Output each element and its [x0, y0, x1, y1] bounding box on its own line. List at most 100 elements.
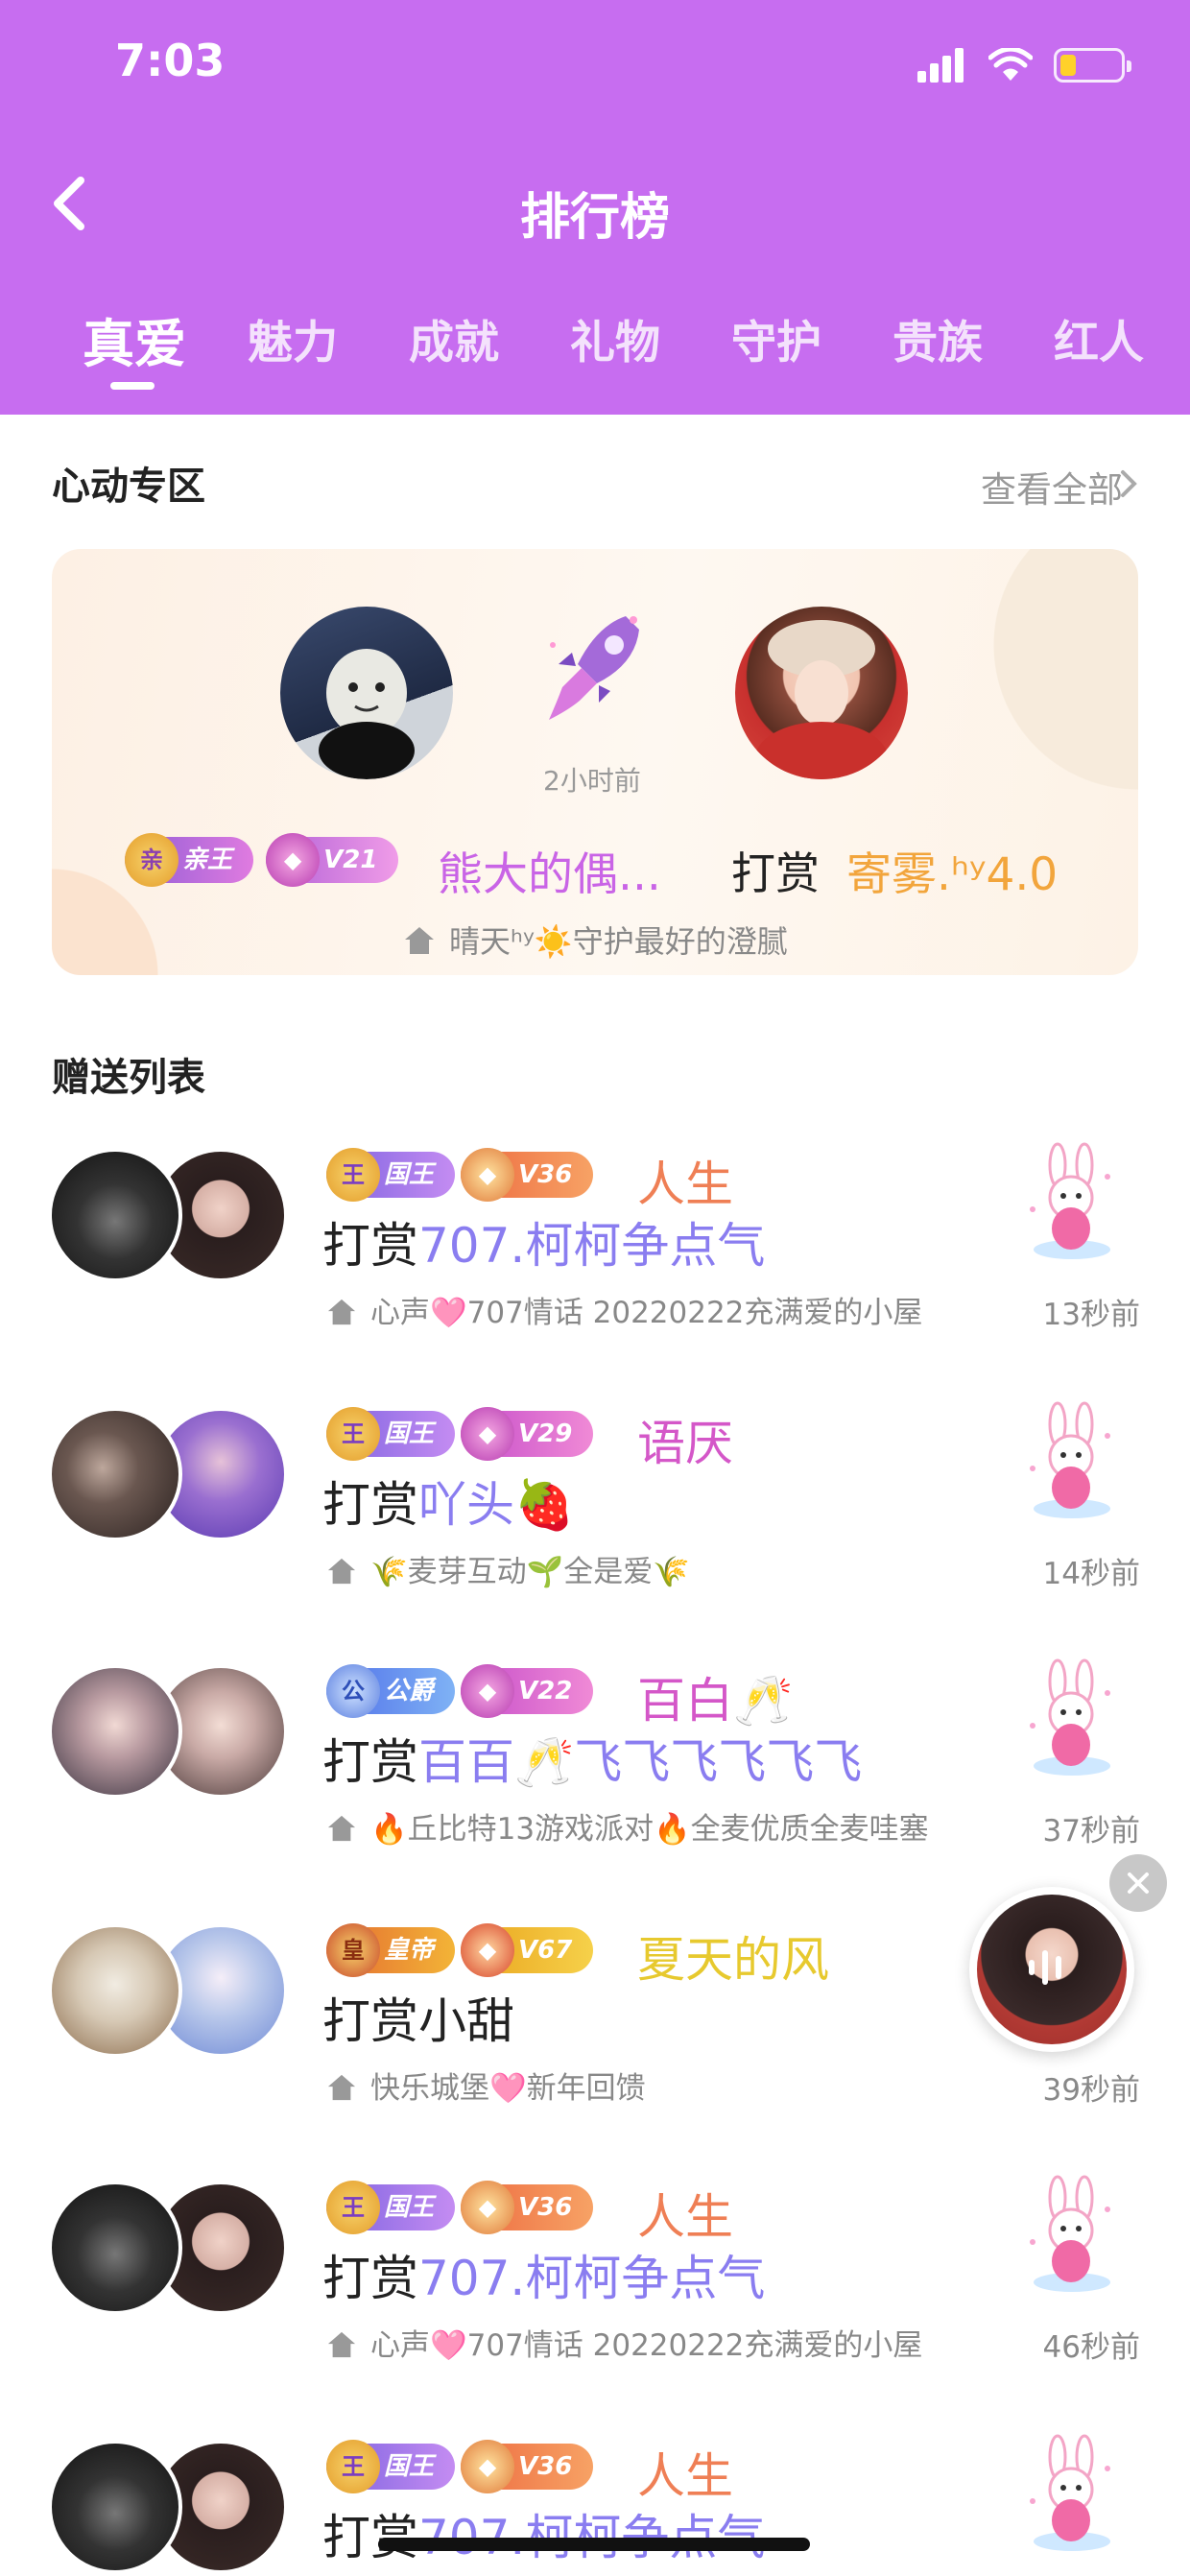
vip-gem-icon: ◆: [461, 1664, 515, 1718]
rank-badge: 王国王: [326, 1407, 456, 1461]
crown-emblem-icon: 王: [326, 1407, 380, 1461]
action-label: 打赏: [322, 1734, 418, 1790]
receiver-name[interactable]: 百百🥂飞飞飞飞飞飞: [418, 1734, 862, 1790]
crown-emblem-icon: 王: [326, 2181, 380, 2234]
vip-badge: ◆ V22: [461, 1664, 594, 1718]
vip-gem-icon: ◆: [461, 1923, 515, 1977]
room-name: 🔥丘比特13游戏派对🔥全麦优质全麦哇塞: [370, 1812, 929, 1847]
gift-action: 打赏小甜: [322, 1983, 514, 2052]
gift-list-item[interactable]: 王国王 ◆ V36 人生 打赏707.柯柯争点气 心声🩷707情话 20220222充满爱…: [0, 2165, 1190, 2405]
user-badges: 王国王 ◆ V36: [326, 2181, 594, 2242]
vip-badge: ◆ V36: [461, 1148, 594, 1202]
gift-action: 打赏百百🥂飞飞飞飞飞飞: [322, 1724, 862, 1793]
tab-guizu[interactable]: 贵族: [892, 305, 983, 371]
action-label: 打赏: [322, 1477, 418, 1533]
bunny-gift-icon: [1030, 1142, 1110, 1259]
heartbeat-giver-name[interactable]: 熊大的偶...: [438, 837, 661, 903]
rank-badge: 王国王: [326, 1148, 456, 1202]
vip-badge: ◆ V67: [461, 1923, 594, 1977]
cellular-signal-icon: [917, 48, 967, 83]
gift-list-item[interactable]: 王国王 ◆ V29 语厌 打赏吖头🍓 🌾麦芽互动🌱全是爱🌾 14秒前: [0, 1392, 1190, 1632]
battery-icon: [1054, 48, 1131, 83]
receiver-name[interactable]: 707.柯柯争点气: [418, 1218, 765, 1274]
vip-badge: ◆ V29: [461, 1407, 594, 1461]
bunny-gift-icon: [1030, 1658, 1110, 1776]
giver-avatar[interactable]: [48, 1923, 182, 2058]
giver-name[interactable]: 人生: [637, 1146, 733, 1215]
vip-gem-icon: ◆: [461, 1407, 515, 1461]
status-bar: 7:03: [0, 0, 1190, 134]
giver-avatar[interactable]: [280, 607, 453, 779]
rocket-gift-icon: [549, 616, 639, 720]
header-bar: 7:03 排行榜 真爱 魅力 成就 礼物 守护 贵族 红人: [0, 0, 1190, 415]
gift-action: 打赏707.柯柯争点气: [322, 1207, 765, 1276]
vip-gem-icon: ◆: [461, 1148, 515, 1202]
tab-chengjiu[interactable]: 成就: [409, 305, 499, 371]
home-icon: [327, 1558, 356, 1585]
gift-action: 打赏707.柯柯争点气: [322, 2240, 765, 2309]
action-label: 打赏: [322, 2251, 418, 2306]
gift-list-item[interactable]: 王国王◆V36 人生打赏707.柯柯争点气: [0, 2424, 1190, 2576]
floating-audio-player[interactable]: [969, 1887, 1134, 2052]
time-ago: 39秒前: [1042, 2073, 1140, 2108]
bunny-gift-icon: [1030, 2434, 1110, 2551]
chevron-right-icon: [1121, 470, 1137, 497]
giver-avatar[interactable]: [48, 1664, 182, 1799]
receiver-avatar[interactable]: [735, 607, 908, 779]
home-icon: [327, 1299, 356, 1325]
tab-bar: 真爱 魅力 成就 礼物 守护 贵族 红人: [0, 305, 1190, 382]
crown-emblem-icon: 公: [326, 1664, 380, 1718]
close-icon: [1128, 1872, 1149, 1894]
see-all-link[interactable]: 查看全部: [981, 461, 1123, 513]
tab-zhenai[interactable]: 真爱: [83, 301, 186, 377]
room-link[interactable]: 心声🩷707情话 20220222充满爱的小屋: [326, 2321, 922, 2364]
room-link[interactable]: 快乐城堡🩷新年回馈: [326, 2063, 646, 2107]
rank-badge: 公公爵: [326, 1664, 456, 1718]
room-link[interactable]: 🌾麦芽互动🌱全是爱🌾: [326, 1547, 690, 1590]
heartbeat-badges: 亲 亲王 ◆ V21: [125, 833, 399, 904]
home-icon: [405, 927, 434, 954]
tab-liwu[interactable]: 礼物: [570, 305, 660, 371]
giver-name[interactable]: 夏天的风: [637, 1921, 829, 1991]
giver-name[interactable]: 语厌: [637, 1405, 733, 1474]
room-link[interactable]: 心声🩷707情话 20220222充满爱的小屋: [326, 1288, 922, 1331]
audio-wave-icon: [1029, 1950, 1061, 1985]
giver-avatar[interactable]: [48, 1148, 182, 1282]
receiver-name[interactable]: 小甜: [418, 1993, 514, 2049]
wifi-icon: [988, 48, 1033, 81]
giver-name[interactable]: 人生: [637, 2179, 733, 2248]
action-label: 打赏: [322, 1218, 418, 1274]
user-badges: 王国王 ◆ V36: [326, 1148, 594, 1209]
receiver-name[interactable]: 吖头🍓: [418, 1477, 574, 1533]
close-player-button[interactable]: [1109, 1854, 1167, 1912]
heartbeat-room[interactable]: 晴天ʰʸ☀️守护最好的澄腻: [403, 918, 788, 962]
diamond-icon: ◆: [266, 833, 321, 887]
receiver-name[interactable]: 707.柯柯争点气: [418, 2251, 765, 2306]
user-badges: 王国王 ◆ V36: [326, 2440, 594, 2501]
giver-avatar[interactable]: [48, 2440, 182, 2574]
crown-emblem-icon: 亲: [125, 833, 178, 887]
giver-name[interactable]: 人生: [637, 2438, 733, 2507]
room-link[interactable]: 🔥丘比特13游戏派对🔥全麦优质全麦哇塞: [326, 1804, 929, 1848]
giver-avatar[interactable]: [48, 1407, 182, 1541]
crown-emblem-icon: 皇: [326, 1923, 380, 1977]
vip-badge: ◆ V36: [461, 2440, 594, 2493]
tab-shouhu[interactable]: 守护: [731, 305, 821, 371]
room-name: 心声🩷707情话 20220222充满爱的小屋: [370, 2328, 923, 2363]
tab-meili[interactable]: 魅力: [248, 305, 338, 371]
home-indicator: [378, 2538, 810, 2551]
bunny-gift-icon: [1030, 2175, 1110, 2292]
action-label: 打赏: [322, 1993, 418, 2049]
rank-badge: 亲 亲王: [125, 833, 254, 887]
gift-list-item[interactable]: 王国王 ◆ V36 人生 打赏707.柯柯争点气 心声🩷707情话 20220222充满爱…: [0, 1133, 1190, 1372]
heartbeat-receiver-name[interactable]: 寄雾.ʰʸ4.0: [846, 837, 1058, 903]
home-icon: [327, 2074, 356, 2101]
vip-badge: ◆ V21: [266, 833, 399, 887]
page-title: 排行榜: [519, 189, 670, 247]
giver-name[interactable]: 百白🥂: [637, 1662, 793, 1731]
giver-avatar[interactable]: [48, 2181, 182, 2315]
gift-list-title: 赠送列表: [52, 1056, 205, 1100]
heartbeat-section-title: 心动专区: [52, 465, 205, 509]
tab-hongren[interactable]: 红人: [1054, 305, 1144, 371]
gift-list-item[interactable]: 公公爵 ◆ V22 百白🥂 打赏百百🥂飞飞飞飞飞飞 🔥丘比特13游戏派对🔥全麦优质全麦哇塞…: [0, 1649, 1190, 1889]
